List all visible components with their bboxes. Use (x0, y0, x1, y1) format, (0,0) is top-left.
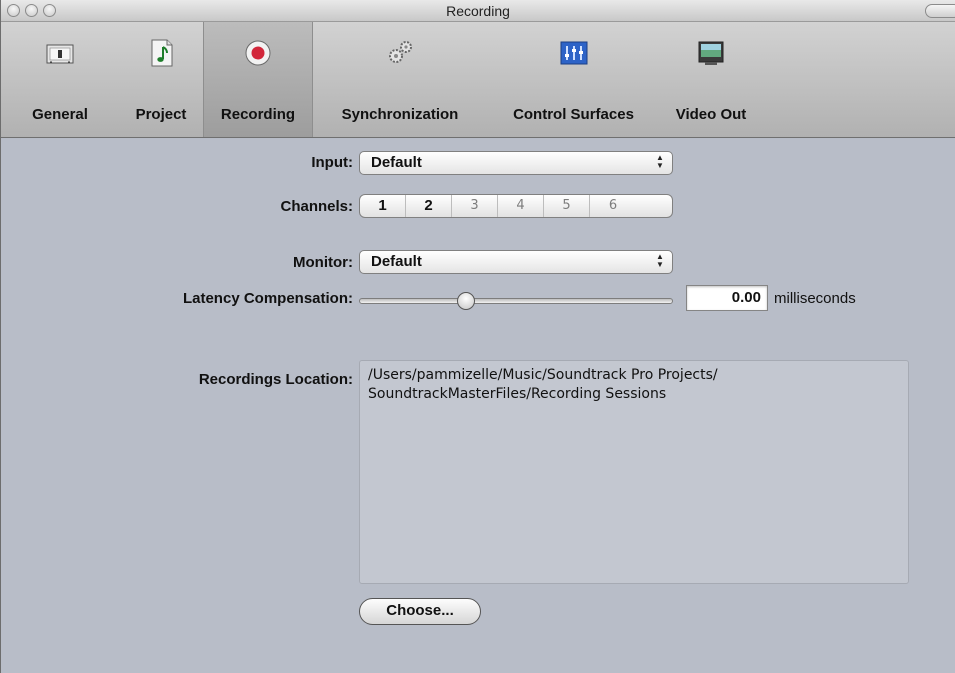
input-popup-value: Default (371, 154, 422, 171)
tab-control-surfaces-label: Control Surfaces (513, 106, 634, 123)
tab-recording[interactable]: Recording (203, 22, 313, 137)
path-line-2: SoundtrackMasterFiles/Recording Sessions (368, 386, 667, 402)
channel-1-segment[interactable]: 1 (360, 195, 406, 217)
mixer-faders-icon (560, 41, 587, 65)
tab-project[interactable]: Project (119, 22, 203, 137)
latency-unit-label: milliseconds (774, 290, 856, 307)
monitor-label: Monitor: (293, 254, 353, 271)
channel-2-segment[interactable]: 2 (406, 195, 452, 217)
latency-slider[interactable] (359, 292, 673, 310)
choose-button[interactable]: Choose... (359, 598, 481, 625)
tab-project-label: Project (135, 106, 187, 123)
latency-slider-knob[interactable] (457, 292, 475, 310)
tab-recording-label: Recording (220, 106, 296, 123)
project-music-note-icon (151, 39, 173, 67)
gears-icon (389, 41, 412, 63)
tab-general-label: General (32, 106, 88, 123)
tab-general[interactable]: General (1, 22, 119, 137)
tab-synchronization-label: Synchronization (341, 106, 459, 123)
channels-label: Channels: (280, 198, 353, 215)
general-prefs-icon (46, 44, 74, 64)
latency-compensation-label: Latency Compensation: (182, 290, 353, 307)
tab-video-out-label: Video Out (675, 106, 747, 123)
popup-arrows-icon: ▲ ▼ (656, 252, 664, 269)
input-popup[interactable]: Default ▲ ▼ (359, 151, 673, 175)
recordings-location-path: /Users/pammizelle/Music/Soundtrack Pro P… (359, 360, 909, 584)
title-bar: Recording (1, 0, 955, 22)
monitor-popup-value: Default (371, 253, 422, 270)
toolbar-toggle-button[interactable] (925, 4, 955, 18)
channel-3-segment: 3 (452, 195, 498, 217)
record-icon (245, 40, 271, 66)
recording-preferences-pane: Input: Default ▲ ▼ Channels: 1 2 3 4 5 6 … (1, 139, 955, 673)
tab-video-out[interactable]: Video Out (661, 22, 761, 137)
preferences-window: Recording General Project Recording Sync… (0, 0, 955, 673)
popup-arrows-icon: ▲ ▼ (656, 153, 664, 170)
path-line-1: /Users/pammizelle/Music/Soundtrack Pro P… (368, 367, 718, 383)
tab-control-surfaces[interactable]: Control Surfaces (487, 22, 660, 137)
window-title: Recording (446, 3, 510, 19)
channel-6-segment: 6 (608, 198, 618, 213)
channel-5-segment: 5 (544, 195, 590, 217)
monitor-icon (698, 41, 724, 65)
channels-segmented-control[interactable]: 1 2 3 4 5 6 (359, 194, 673, 218)
channel-4-segment: 4 (498, 195, 544, 217)
tab-synchronization[interactable]: Synchronization (314, 22, 486, 137)
input-label: Input: (311, 154, 353, 171)
recordings-location-label: Recordings Location: (198, 371, 353, 388)
preferences-toolbar: General Project Recording Synchronizatio… (1, 22, 955, 138)
latency-value-field[interactable]: 0.00 (686, 285, 768, 311)
monitor-popup[interactable]: Default ▲ ▼ (359, 250, 673, 274)
